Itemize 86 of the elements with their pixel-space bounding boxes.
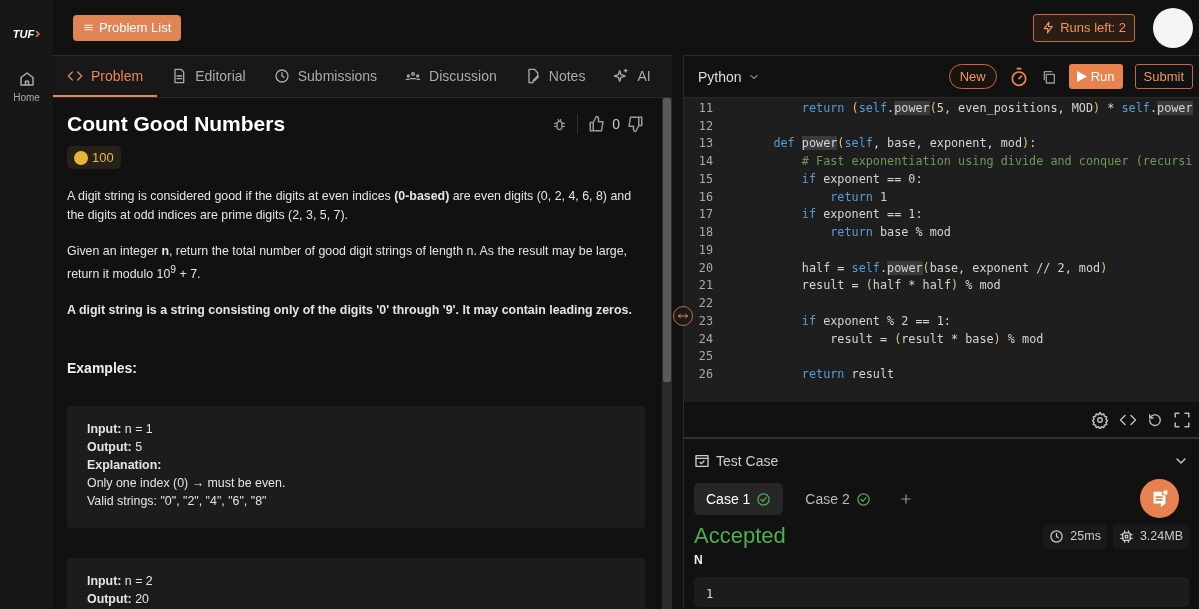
line-number: 13 — [697, 136, 713, 151]
home-nav-item[interactable]: Home — [13, 70, 40, 103]
code-line: def power(self, base, exponent, mod): — [772, 136, 1037, 151]
code-line: result = (half * half) % mod — [800, 278, 1001, 293]
case-tab[interactable]: Case 1 — [694, 483, 784, 515]
logo[interactable]: TUF — [12, 28, 41, 40]
line-number: 15 — [697, 171, 713, 186]
submit-button[interactable]: Submit — [1134, 64, 1193, 89]
play-icon — [1076, 71, 1087, 82]
tab[interactable]: Discussion — [391, 56, 511, 97]
thumbs-up-icon — [588, 115, 607, 133]
case-tab[interactable]: Case 2 — [793, 483, 883, 515]
coin-badge: 100 — [67, 146, 121, 169]
code-line: # Fast exponentiation using divide and conquer (recursi — [800, 154, 1193, 169]
code-line: result = (result * base) % mod — [829, 331, 1044, 346]
code-line: half = self.power(base, exponent // 2, mod) — [800, 260, 1108, 275]
result-status: Accepted — [694, 523, 786, 549]
description-paragraph: Given an integer n, return the total number of good digit strings of length n. As the result may be large, return it modulo 10$^{9}$ + 7. — [67, 243, 628, 283]
sparkle-icon — [613, 67, 630, 84]
example-line: Output: 20 — [87, 590, 150, 608]
fullscreen-icon — [1173, 410, 1191, 429]
tab[interactable]: Notes — [510, 56, 600, 97]
line-number: 23 — [697, 313, 713, 328]
chip-icon — [1118, 528, 1134, 544]
runtime-chip: 25ms — [1043, 523, 1107, 549]
line-number: 19 — [697, 242, 713, 257]
code-line: return base % mod — [829, 225, 951, 240]
line-number: 17 — [697, 207, 713, 222]
scrollbar[interactable] — [662, 98, 672, 609]
settings-icon — [1091, 410, 1109, 429]
new-button[interactable]: New — [948, 64, 997, 89]
line-number: 11 — [697, 100, 713, 115]
description-paragraph: A digit string is a string consisting only of the digits '0' through '9'. It may contain leading zeros. — [67, 302, 633, 320]
line-number: 18 — [697, 225, 713, 240]
reset-icon — [1147, 411, 1163, 428]
example-line: Input: n = 1 — [87, 420, 154, 438]
language-dropdown[interactable]: Python — [692, 67, 766, 86]
runs-left-badge: Runs left: 2 — [1033, 13, 1135, 42]
add-note-button[interactable] — [1140, 479, 1179, 518]
description-paragraph: A digit string is considered good if the digits at even indices (0-based) are even digits (0, 2, 4, 6, 8) and the digits at odd indices are prime digits (2, 3, 5, 7). — [67, 188, 633, 224]
check-circle-icon — [855, 491, 871, 507]
memory-chip: 3.24MB — [1112, 523, 1189, 549]
line-number: 25 — [697, 349, 713, 364]
examples-heading: Examples: — [67, 359, 139, 376]
tab[interactable]: Submissions — [259, 56, 392, 97]
tab[interactable]: Editorial — [157, 56, 260, 97]
code-editor[interactable] — [684, 98, 1199, 402]
example-line: Valid strings: "0", "2", "4", "6", "8" — [87, 492, 268, 510]
input-value-field[interactable]: 1 — [694, 577, 1189, 607]
lightning-icon — [1042, 21, 1056, 34]
resize-arrows-icon — [677, 310, 689, 322]
problem-title: Count Good Numbers — [67, 112, 286, 136]
test-case-title: Test Case — [716, 453, 779, 469]
code-line: return (self.power(5, even_positions, MOD) * self.power — [800, 100, 1193, 115]
line-number: 24 — [697, 331, 713, 346]
example-line: Explanation: — [87, 456, 163, 474]
home-icon — [17, 70, 36, 88]
resize-handle[interactable] — [673, 306, 693, 326]
line-number: 20 — [697, 260, 713, 275]
avatar[interactable] — [1153, 7, 1193, 48]
line-number: 16 — [697, 189, 713, 204]
clock-icon — [273, 67, 290, 84]
line-number: 26 — [697, 367, 713, 382]
code-line: if exponent % 2 == 1: — [800, 313, 951, 328]
tab[interactable]: AI — [599, 56, 665, 97]
example-line: Only one index (0) → must be even. — [87, 474, 287, 492]
thumbs-down-icon — [626, 115, 644, 133]
check-circle-icon — [756, 491, 772, 507]
terminal-check-icon — [694, 453, 710, 469]
line-number: 22 — [697, 296, 713, 311]
input-label: N — [694, 553, 704, 567]
code-line: return result — [800, 367, 895, 382]
code-line: if exponent == 0: — [800, 171, 923, 186]
line-number: 14 — [697, 154, 713, 169]
example-line: Input: n = 2 — [87, 572, 154, 590]
tab[interactable]: Problem — [53, 56, 158, 97]
example-line: Output: 5 — [87, 438, 144, 456]
code-line: if exponent == 1: — [800, 207, 923, 222]
clock-icon — [1049, 528, 1065, 544]
plus-icon — [898, 491, 913, 506]
bug-icon — [552, 116, 568, 132]
like-count: 0 — [612, 116, 620, 132]
line-number: 21 — [697, 278, 713, 293]
code-line: return 1 — [829, 189, 888, 204]
line-number: 12 — [697, 118, 713, 133]
menu-icon — [83, 22, 94, 33]
